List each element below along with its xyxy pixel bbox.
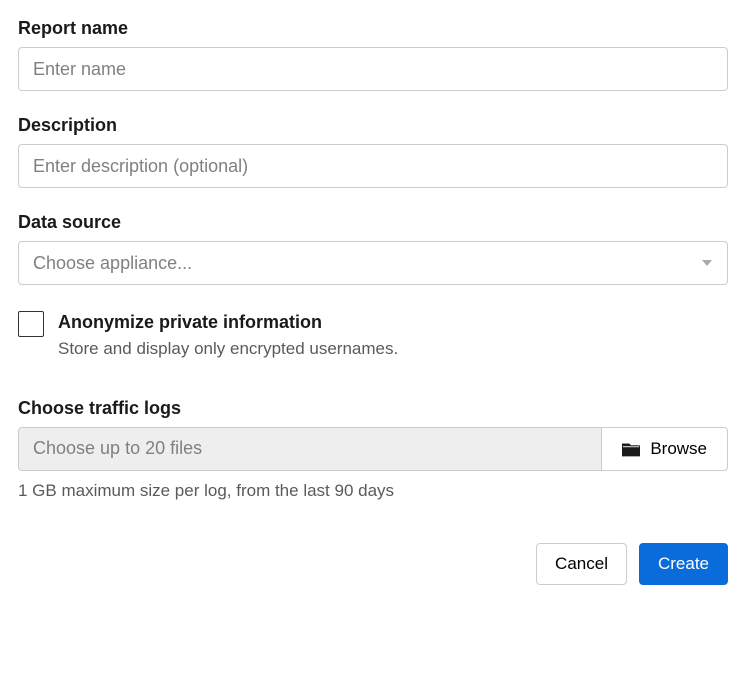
description-label: Description <box>18 115 728 136</box>
description-input[interactable] <box>18 144 728 188</box>
browse-button-label: Browse <box>650 439 707 459</box>
report-name-input[interactable] <box>18 47 728 91</box>
traffic-logs-hint: 1 GB maximum size per log, from the last… <box>18 481 728 501</box>
report-name-label: Report name <box>18 18 728 39</box>
folder-icon <box>622 441 640 457</box>
traffic-logs-label: Choose traffic logs <box>18 398 728 419</box>
data-source-label: Data source <box>18 212 728 233</box>
anonymize-desc: Store and display only encrypted usernam… <box>58 336 398 362</box>
browse-button[interactable]: Browse <box>601 427 728 471</box>
traffic-logs-files-display: Choose up to 20 files <box>18 427 601 471</box>
cancel-button[interactable]: Cancel <box>536 543 627 585</box>
anonymize-checkbox[interactable] <box>18 311 44 337</box>
create-button[interactable]: Create <box>639 543 728 585</box>
anonymize-label: Anonymize private information <box>58 309 398 336</box>
data-source-select[interactable]: Choose appliance... <box>18 241 728 285</box>
